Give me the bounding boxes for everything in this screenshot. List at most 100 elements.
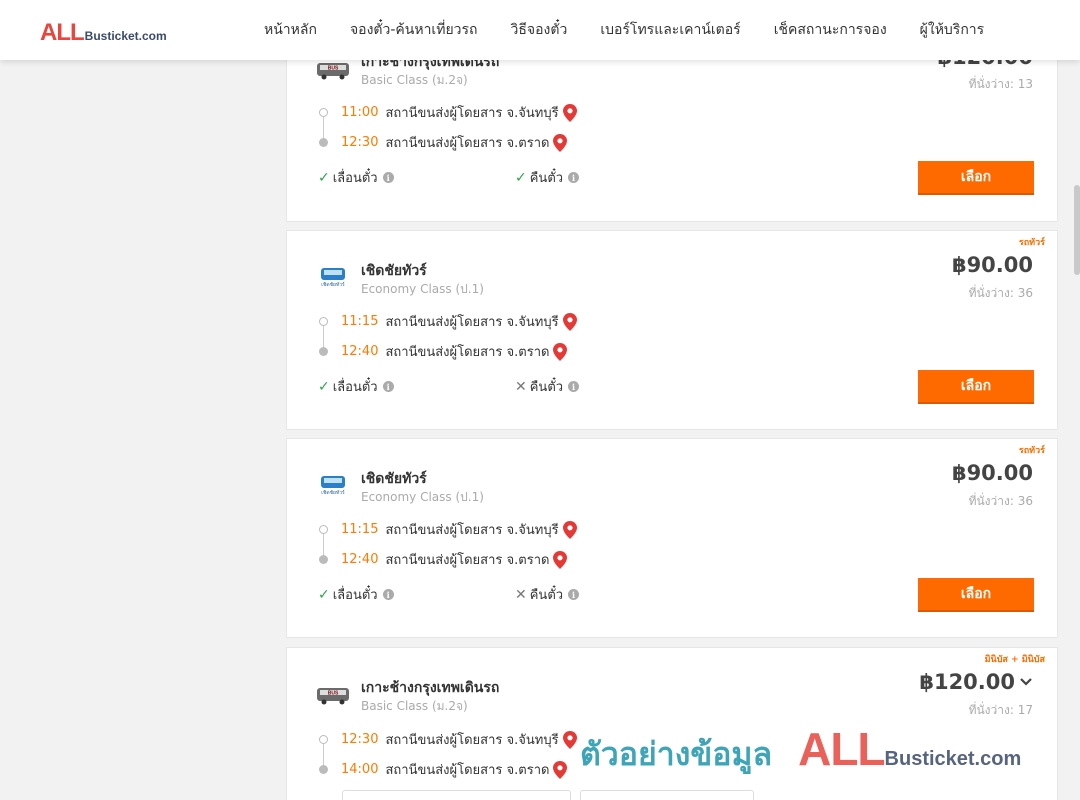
price-value: ฿120.00 bbox=[919, 670, 1015, 694]
refund-label: คืนตั๋ว bbox=[529, 171, 564, 186]
depart-time: 12:30 bbox=[341, 732, 379, 747]
info-icon[interactable]: i bbox=[568, 589, 580, 600]
refund-feature: ✓ คืนตั๋ว i bbox=[515, 167, 580, 188]
arrival-stop: 14:00 สถานีขนส่งผู้โดยสาร จ.ตราด bbox=[341, 759, 568, 780]
page-scrollbar[interactable] bbox=[1074, 185, 1080, 275]
svg-text:เชิดชัยทัวร์: เชิดชัยทัวร์ bbox=[321, 489, 345, 496]
map-pin-icon[interactable] bbox=[553, 760, 568, 779]
site-logo[interactable]: ALL Busticket.com bbox=[40, 19, 167, 47]
seats-available: ที่นั่งว่าง: 13 bbox=[968, 77, 1033, 91]
cross-icon: ✕ bbox=[515, 378, 527, 395]
check-icon: ✓ bbox=[318, 586, 330, 603]
map-pin-icon[interactable] bbox=[553, 133, 568, 152]
bus-type-tag: รถทัวร์ bbox=[1018, 446, 1045, 456]
seats-available: ที่นั่งว่าง: 17 bbox=[968, 703, 1033, 717]
departure-stop: 11:00 สถานีขนส่งผู้โดยสาร จ.จันทบุรี bbox=[341, 102, 577, 123]
operator-name: เชิดชัยทัวร์ bbox=[361, 263, 427, 279]
bus-operator-logo-icon: BUS bbox=[317, 63, 349, 80]
svg-text:BUS: BUS bbox=[328, 691, 339, 697]
check-icon: ✓ bbox=[318, 378, 330, 395]
nav-operators[interactable]: ผู้ให้บริการ bbox=[920, 19, 985, 41]
trip-card: รถทัวร์ เชิดชัยทัวร์ เชิดชัยทัวร์ Econom… bbox=[286, 438, 1058, 638]
ticket-price: ฿90.00 bbox=[952, 461, 1033, 485]
departure-stop: 11:15 สถานีขนส่งผู้โดยสาร จ.จันทบุรี bbox=[341, 311, 577, 332]
arrival-stop: 12:30 สถานีขนส่งผู้โดยสาร จ.ตราด bbox=[341, 132, 568, 153]
arrive-time: 12:40 bbox=[341, 344, 379, 359]
arrival-stop: 12:40 สถานีขนส่งผู้โดยสาร จ.ตราด bbox=[341, 549, 568, 570]
amenity-box bbox=[342, 790, 571, 800]
main-nav: หน้าหลัก จองตั๋ว-ค้นหาเที่ยวรถ วิธีจองตั… bbox=[264, 0, 1017, 60]
map-pin-icon[interactable] bbox=[562, 520, 577, 539]
bus-operator-logo-icon: BUS bbox=[317, 688, 349, 705]
route-line bbox=[323, 744, 324, 766]
check-icon: ✓ bbox=[515, 169, 527, 186]
nav-how-to-book[interactable]: วิธีจองตั๋ว bbox=[511, 19, 568, 41]
arrive-time: 12:30 bbox=[341, 135, 379, 150]
nav-contact-counters[interactable]: เบอร์โทรและเคาน์เตอร์ bbox=[600, 19, 740, 41]
departure-stop: 12:30 สถานีขนส่งผู้โดยสาร จ.จันทบุรี bbox=[341, 729, 577, 750]
watermark-logo-domain: Busticket.com bbox=[884, 748, 1022, 770]
bus-type-tag: รถทัวร์ bbox=[1018, 238, 1045, 248]
operator-name: เชิดชัยทัวร์ bbox=[361, 471, 427, 487]
arrive-dot bbox=[319, 765, 328, 774]
map-pin-icon[interactable] bbox=[562, 730, 577, 749]
bus-operator-logo-icon: เชิดชัยทัวร์ bbox=[321, 476, 345, 496]
operator-name: เกาะช้างกรุงเทพเดินรถ bbox=[361, 680, 500, 696]
nav-home[interactable]: หน้าหลัก bbox=[264, 19, 317, 41]
arrive-place: สถานีขนส่งผู้โดยสาร จ.ตราด bbox=[385, 553, 550, 568]
select-trip-button[interactable]: เลือก bbox=[918, 578, 1034, 612]
route-timeline bbox=[319, 317, 329, 357]
depart-place: สถานีขนส่งผู้โดยสาร จ.จันทบุรี bbox=[385, 733, 559, 748]
bus-class: Basic Class (ม.2จ) bbox=[361, 73, 468, 87]
map-pin-icon[interactable] bbox=[562, 103, 577, 122]
refund-label: คืนตั๋ว bbox=[529, 380, 564, 395]
arrive-time: 12:40 bbox=[341, 552, 379, 567]
nav-book-search[interactable]: จองตั๋ว-ค้นหาเที่ยวรถ bbox=[350, 19, 478, 41]
map-pin-icon[interactable] bbox=[553, 550, 568, 569]
bus-type-tag: มินิบัส + มินิบัส bbox=[984, 655, 1045, 665]
select-trip-button[interactable]: เลือก bbox=[918, 161, 1034, 195]
info-icon[interactable]: i bbox=[382, 589, 394, 600]
reschedule-label: เลื่อนตั๋ว bbox=[332, 171, 378, 186]
info-icon[interactable]: i bbox=[382, 172, 394, 183]
depart-place: สถานีขนส่งผู้โดยสาร จ.จันทบุรี bbox=[385, 106, 559, 121]
ticket-price: ฿90.00 bbox=[952, 253, 1033, 277]
svg-text:BUS: BUS bbox=[328, 66, 339, 72]
reschedule-label: เลื่อนตั๋ว bbox=[332, 380, 378, 395]
reschedule-label: เลื่อนตั๋ว bbox=[332, 588, 378, 603]
seats-available: ที่นั่งว่าง: 36 bbox=[968, 494, 1033, 508]
refund-label: คืนตั๋ว bbox=[529, 588, 564, 603]
depart-time: 11:15 bbox=[341, 522, 379, 537]
reschedule-feature: ✓ เลื่อนตั๋ว i bbox=[318, 376, 394, 397]
watermark-logo-all: ALL bbox=[798, 723, 885, 775]
route-line bbox=[323, 117, 324, 139]
arrival-stop: 12:40 สถานีขนส่งผู้โดยสาร จ.ตราด bbox=[341, 341, 568, 362]
nav-check-booking[interactable]: เช็คสถานะการจอง bbox=[774, 19, 887, 41]
depart-time: 11:15 bbox=[341, 314, 379, 329]
depart-dot bbox=[319, 735, 328, 744]
route-timeline bbox=[319, 735, 329, 775]
select-trip-button[interactable]: เลือก bbox=[918, 370, 1034, 404]
ticket-price[interactable]: ฿120.00 bbox=[919, 670, 1033, 694]
svg-text:เชิดชัยทัวร์: เชิดชัยทัวร์ bbox=[321, 281, 345, 288]
map-pin-icon[interactable] bbox=[562, 312, 577, 331]
arrive-dot bbox=[319, 555, 328, 564]
logo-domain-text: Busticket.com bbox=[84, 29, 167, 43]
arrive-time: 14:00 bbox=[341, 762, 379, 777]
arrive-dot bbox=[319, 347, 328, 356]
depart-dot bbox=[319, 525, 328, 534]
logo-all-text: ALL bbox=[40, 19, 85, 46]
sample-data-watermark: ตัวอย่างข้อมูล ALL Busticket.com bbox=[580, 722, 1021, 780]
reschedule-feature: ✓ เลื่อนตั๋ว i bbox=[318, 584, 394, 605]
bus-class: Basic Class (ม.2จ) bbox=[361, 699, 468, 713]
info-icon[interactable]: i bbox=[382, 381, 394, 392]
route-line bbox=[323, 534, 324, 556]
cross-icon: ✕ bbox=[515, 586, 527, 603]
info-icon[interactable]: i bbox=[568, 172, 580, 183]
info-icon[interactable]: i bbox=[568, 381, 580, 392]
map-pin-icon[interactable] bbox=[553, 342, 568, 361]
watermark-text: ตัวอย่างข้อมูล bbox=[580, 735, 773, 773]
chevron-down-icon[interactable] bbox=[1019, 677, 1033, 687]
depart-place: สถานีขนส่งผู้โดยสาร จ.จันทบุรี bbox=[385, 315, 559, 330]
arrive-place: สถานีขนส่งผู้โดยสาร จ.ตราด bbox=[385, 136, 550, 151]
